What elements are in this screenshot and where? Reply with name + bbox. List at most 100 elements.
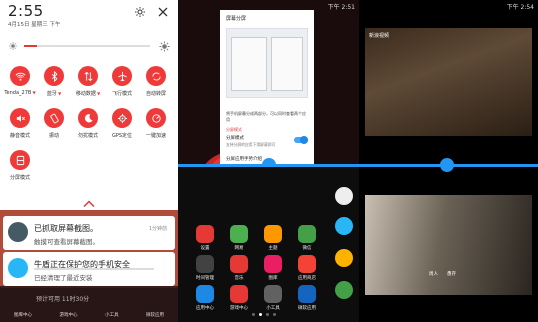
quick-tile[interactable]: 分屏模式	[2, 150, 38, 190]
app-icon-3[interactable]: 微信	[292, 225, 322, 255]
status-bar: 下午 2:51	[178, 0, 359, 11]
close-icon[interactable]	[157, 6, 169, 18]
quick-tile-label: 蓝牙 ▼	[46, 91, 62, 97]
app-glyph-icon	[230, 255, 248, 273]
video-tag: 新浪视频	[369, 33, 390, 39]
app-label: 应用中心	[196, 306, 214, 311]
split-mode-toggle[interactable]	[294, 136, 308, 144]
quick-tile[interactable]: 移动数据 ▼	[70, 66, 106, 106]
quick-tile-label: Tenda_27B ▼	[4, 90, 36, 96]
quick-tile[interactable]: GPS定位	[104, 108, 140, 148]
caret-down-icon: ▼	[95, 91, 101, 96]
app-icon-0[interactable]: 设置	[190, 225, 220, 255]
quick-tile-label: GPS定位	[111, 133, 133, 139]
app-label: 设置	[200, 246, 210, 251]
section-header: 分屏模式	[226, 127, 242, 132]
app-icon-10[interactable]: 小工具	[258, 285, 288, 315]
quick-tile[interactable]: Tenda_27B ▼	[2, 66, 38, 106]
clock-time: 2:55	[8, 2, 44, 20]
video-player-bottom[interactable]: 周人 愚存	[365, 195, 532, 295]
clock-date: 4月15日 星期三 下午	[8, 22, 61, 28]
app-icon-4[interactable]: 时间管理	[190, 255, 220, 285]
app-label: 网易	[234, 246, 244, 251]
quick-tile[interactable]: 蓝牙 ▼	[36, 66, 72, 106]
chevron-up-icon[interactable]	[83, 200, 95, 208]
app-icon-9[interactable]: 游戏中心	[224, 285, 254, 315]
notification-subtitle: 触摸可查看屏幕截图。	[34, 238, 99, 246]
app-icon-11[interactable]: 微软应用	[292, 285, 322, 315]
split-screen-panel: 下午 2:51 屏幕分屏 将手机屏幕分成两部分，可以同时查看两个应用 分屏模式 …	[178, 0, 359, 322]
dock-label: 微软应用	[146, 313, 164, 318]
brightness-low-icon	[9, 42, 17, 50]
home-dock-dimmed: 预计可用 11时30分 图库中心 游戏中心 小工具 微软应用	[0, 286, 178, 322]
app-icon-5[interactable]: 音乐	[224, 255, 254, 285]
brightness-slider-fill	[24, 45, 37, 47]
app-icon-8[interactable]: 应用中心	[190, 285, 220, 315]
app-icon-2[interactable]: 主题	[258, 225, 288, 255]
app-glyph-icon	[264, 225, 282, 243]
quick-tile[interactable]: 飞行模式	[104, 66, 140, 106]
notification-screenshot[interactable]: 已抓取屏幕截图。 触摸可查看屏幕截图。 1分钟前	[3, 216, 175, 250]
home-screen: 设置 网易 主题 微信时间管理 音乐 图库 应用商店应用中心 游戏中心 小工具 微软应用	[178, 167, 359, 322]
app-label: 图库	[268, 276, 278, 281]
boost-icon	[146, 108, 166, 128]
quick-tile-label: 振动	[48, 133, 59, 139]
vibrate-icon	[44, 108, 64, 128]
app-glyph-icon	[230, 225, 248, 243]
app-label: 微软应用	[298, 306, 316, 311]
quick-tile[interactable]: 勿扰模式	[70, 108, 106, 148]
quick-tile[interactable]: 静音模式	[2, 108, 38, 148]
moon-icon	[78, 108, 98, 128]
app-label: 音乐	[234, 276, 244, 281]
split-illustration	[226, 28, 308, 98]
illustration-right-pane	[271, 37, 303, 91]
quick-tile[interactable]: 一键加速	[138, 108, 174, 148]
app-icon-1[interactable]: 网易	[224, 225, 254, 255]
airplane-icon	[112, 66, 132, 86]
battery-hint: 预计可用 11时30分	[36, 296, 90, 303]
split-divider-handle[interactable]	[440, 158, 454, 172]
mute-icon	[10, 108, 30, 128]
app-label: 微信	[302, 246, 312, 251]
app-icon-7[interactable]: 应用商店	[292, 255, 322, 285]
app-label: 时间管理	[196, 276, 214, 281]
video-split-panel: 下午 2:54 新浪视频 周人 愚存	[359, 0, 538, 322]
quick-tile[interactable]: 自动转屏	[138, 66, 174, 106]
bluetooth-icon	[44, 66, 64, 86]
phone-icon[interactable]	[335, 281, 353, 299]
top-half: 下午 2:51 屏幕分屏 将手机屏幕分成两部分，可以同时查看两个应用 分屏模式 …	[178, 0, 359, 206]
dock-labels: 图库中心 游戏中心 小工具 微软应用	[14, 312, 164, 318]
app-icon-6[interactable]: 图库	[258, 255, 288, 285]
app-glyph-icon	[196, 285, 214, 303]
page-dot	[252, 313, 255, 316]
camera-icon[interactable]	[335, 187, 353, 205]
contacts-icon[interactable]	[335, 249, 353, 267]
page-indicator	[252, 313, 276, 316]
status-time: 下午 2:54	[506, 4, 534, 11]
brightness-slider[interactable]	[24, 45, 150, 47]
video-player-top[interactable]: 新浪视频	[365, 28, 532, 136]
app-label: 应用商店	[298, 276, 316, 281]
wifi-icon	[10, 66, 30, 86]
quick-tile-label: 自动转屏	[145, 91, 166, 97]
app-glyph-icon	[298, 225, 316, 243]
app-label: 主题	[268, 246, 278, 251]
notification-time: 1分钟前	[148, 226, 167, 232]
split-mode-row[interactable]: 分屏模式 支持分屏的应用下滑屏幕即可	[226, 134, 308, 152]
browser-icon[interactable]	[335, 217, 353, 235]
status-time: 下午 2:51	[327, 4, 355, 11]
app-glyph-icon	[298, 255, 316, 273]
app-glyph-icon	[264, 285, 282, 303]
rotation-icon	[146, 66, 166, 86]
dock-label: 图库中心	[14, 313, 32, 318]
split-screen-icon	[10, 150, 30, 170]
app-glyph-icon	[196, 255, 214, 273]
notification-security[interactable]: 牛盾正在保护您的手机安全 已经清理了最近安装	[3, 252, 175, 286]
quick-settings-panel: 2:55 4月15日 星期三 下午 Tenda_27B ▼ 蓝牙 ▼ 移动数据 ▼ 飞…	[0, 0, 178, 322]
mobile-data-icon	[78, 66, 98, 86]
status-bar: 下午 2:54	[359, 0, 538, 11]
quick-tile[interactable]: 振动	[36, 108, 72, 148]
gear-icon[interactable]	[134, 6, 146, 18]
dock-label: 游戏中心	[59, 313, 78, 318]
brightness-row	[8, 41, 170, 53]
